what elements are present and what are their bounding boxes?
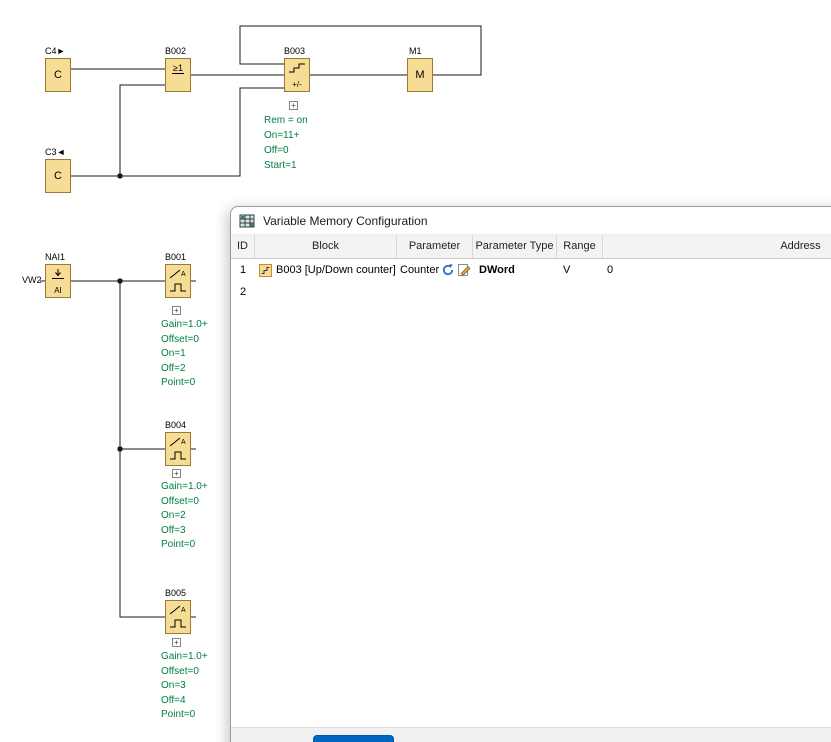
b001-parameter-text: Gain=1.0+ Offset=0 On=1 Off=2 Point=0 xyxy=(161,318,208,391)
dialog-footer xyxy=(231,727,831,742)
updown-counter-icon: +/- xyxy=(284,58,310,92)
cell-block xyxy=(255,281,397,303)
column-header-id[interactable]: ID xyxy=(231,235,255,258)
ok-button[interactable] xyxy=(313,735,394,742)
block-c4[interactable]: C4► C xyxy=(45,58,71,92)
cell-type xyxy=(473,281,557,303)
block-b002-label: B002 xyxy=(165,46,186,56)
block-m1-label: M1 xyxy=(409,46,422,56)
pin-label-vw2: VW2 xyxy=(22,275,42,285)
cell-address: 0 xyxy=(603,259,831,281)
block-b004[interactable]: B004 A xyxy=(165,432,191,466)
b001-expand-icon[interactable]: + xyxy=(172,306,181,315)
block-b001[interactable]: B001 A xyxy=(165,264,191,298)
fbd-editor-canvas[interactable]: C4► C B002 ≥1 B003 +/- M1 M C3◄ C + Rem xyxy=(0,0,831,742)
block-m1[interactable]: M1 M xyxy=(407,58,433,92)
b003-expand-icon[interactable]: + xyxy=(289,101,298,110)
analog-threshold-trigger-icon: A xyxy=(165,264,191,298)
block-c3[interactable]: C3◄ C xyxy=(45,159,71,193)
cell-block-text: B003 [Up/Down counter] xyxy=(276,259,396,281)
block-c3-label: C3◄ xyxy=(45,147,65,157)
ramp-pulse-icon: A xyxy=(167,435,189,463)
ramp-pulse-icon: A xyxy=(167,267,189,295)
table-header: ID Block Parameter Parameter Type Range … xyxy=(231,235,831,259)
column-header-block[interactable]: Block xyxy=(255,235,397,258)
column-header-range[interactable]: Range xyxy=(557,235,603,258)
reference-refresh-icon[interactable] xyxy=(441,263,455,277)
b005-expand-icon[interactable]: + xyxy=(172,638,181,647)
svg-text:A: A xyxy=(181,439,186,446)
counter-stairs-icon xyxy=(287,62,307,74)
cell-block: B003 [Up/Down counter] xyxy=(255,259,397,281)
block-b005[interactable]: B005 A xyxy=(165,600,191,634)
block-b001-label: B001 xyxy=(165,252,186,262)
cell-type: DWord xyxy=(473,259,557,281)
svg-text:A: A xyxy=(181,607,186,614)
variable-memory-dialog: Variable Memory Configuration ID Block P… xyxy=(230,206,831,742)
block-c4-label: C4► xyxy=(45,46,65,56)
table-row[interactable]: 1 B003 [Up/Down counter] Counter xyxy=(231,259,831,281)
b004-parameter-text: Gain=1.0+ Offset=0 On=2 Off=3 Point=0 xyxy=(161,480,208,553)
cursor-key-icon: C xyxy=(45,159,71,193)
dialog-titlebar[interactable]: Variable Memory Configuration xyxy=(231,207,831,235)
cell-range: V xyxy=(557,259,603,281)
cell-range xyxy=(557,281,603,303)
edit-parameter-icon[interactable] xyxy=(457,263,471,277)
down-arrow-icon xyxy=(48,268,68,281)
block-b003-label: B003 xyxy=(284,46,305,56)
block-type-icon xyxy=(259,264,272,277)
dialog-title: Variable Memory Configuration xyxy=(263,214,428,228)
b005-parameter-text: Gain=1.0+ Offset=0 On=3 Off=4 Point=0 xyxy=(161,650,208,723)
cell-parameter: Counter xyxy=(397,259,473,281)
block-nai1-label: NAI1 xyxy=(45,252,65,262)
analog-threshold-trigger-icon: A xyxy=(165,600,191,634)
block-b002[interactable]: B002 ≥1 xyxy=(165,58,191,92)
cell-parameter xyxy=(397,281,473,303)
svg-text:A: A xyxy=(181,271,186,278)
block-b005-label: B005 xyxy=(165,588,186,598)
or-gate-icon: ≥1 xyxy=(165,58,191,92)
dialog-icon xyxy=(239,213,255,229)
block-b003[interactable]: B003 +/- xyxy=(284,58,310,92)
flag-icon: M xyxy=(407,58,433,92)
b004-expand-icon[interactable]: + xyxy=(172,469,181,478)
b003-parameter-text: Rem = on On=11+ Off=0 Start=1 xyxy=(264,113,308,173)
column-header-parameter[interactable]: Parameter xyxy=(397,235,473,258)
ramp-pulse-icon: A xyxy=(167,603,189,631)
block-b004-label: B004 xyxy=(165,420,186,430)
analog-input-icon: AI xyxy=(45,264,71,298)
column-header-address[interactable]: Address xyxy=(603,235,831,258)
cell-id: 1 xyxy=(231,259,255,281)
cell-id: 2 xyxy=(231,281,255,303)
cell-parameter-text: Counter xyxy=(400,259,439,281)
cursor-key-icon: C xyxy=(45,58,71,92)
column-header-type[interactable]: Parameter Type xyxy=(473,235,557,258)
cell-address xyxy=(603,281,831,303)
table-row[interactable]: 2 xyxy=(231,281,831,303)
block-nai1[interactable]: NAI1 AI xyxy=(45,264,71,298)
analog-threshold-trigger-icon: A xyxy=(165,432,191,466)
table-body: 1 B003 [Up/Down counter] Counter xyxy=(231,259,831,303)
